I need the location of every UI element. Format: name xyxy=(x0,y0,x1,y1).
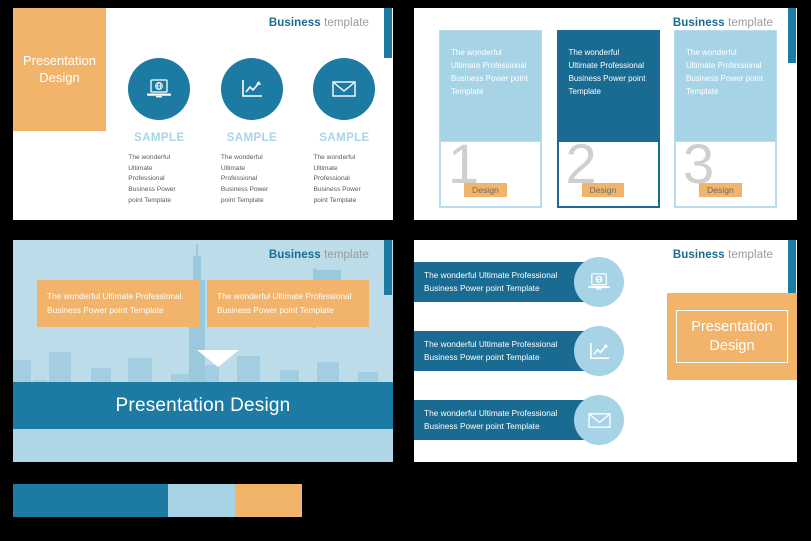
slide-2-column-1-text: The wonderful Ultimate Professional Busi… xyxy=(451,48,528,96)
slide-1-title-text: Presentation Design xyxy=(23,52,96,85)
palette-swatch-dark-blue xyxy=(13,484,168,517)
slide-3-box-1[interactable]: The wonderful Ultimate Professional Busi… xyxy=(37,280,199,328)
header-accent-bar xyxy=(384,240,392,295)
header-brand: Business xyxy=(672,17,725,29)
slide-1-item-1-label: SAMPLE xyxy=(134,132,185,144)
slide-2-column-3-design-button[interactable]: Design xyxy=(699,183,742,197)
slide-4[interactable]: Business template The wonderful Ultimate… xyxy=(414,240,797,462)
header-accent-bar xyxy=(384,8,392,58)
slide-3[interactable]: Business template The wonderful Ultimate… xyxy=(13,240,393,462)
header-suffix: template xyxy=(320,17,369,29)
slide-2-column-3-number: 3 xyxy=(683,132,715,196)
slide-3-banner-text: Presentation Design xyxy=(115,394,291,416)
slide-4-row-3[interactable]: The wonderful Ultimate Professional Busi… xyxy=(414,395,631,445)
slide-2[interactable]: Business template The wonderful Ultimate… xyxy=(414,8,797,220)
header-suffix: template xyxy=(320,249,369,261)
palette-swatch-orange xyxy=(235,484,302,517)
header-brand: Business xyxy=(268,17,321,29)
slide-deck-preview: Business template Presentation Design SA… xyxy=(0,0,811,541)
slide-1-header: Business template xyxy=(269,17,369,29)
slide-4-callout-text: Presentation Design xyxy=(676,309,788,364)
slide-1-item-3-label: SAMPLE xyxy=(319,132,370,144)
slide-3-banner: Presentation Design xyxy=(13,382,393,429)
line-chart-icon xyxy=(574,326,624,376)
envelope-icon xyxy=(313,58,376,120)
slide-3-header: Business template xyxy=(269,249,369,261)
down-arrow-icon xyxy=(197,350,239,367)
slide-2-column-1-design-button[interactable]: Design xyxy=(464,183,507,197)
slide-2-column-1[interactable]: The wonderful Ultimate Professional Busi… xyxy=(439,30,542,208)
header-accent-bar xyxy=(788,8,796,63)
slide-4-row-1-text: The wonderful Ultimate Professional Busi… xyxy=(414,262,596,302)
slide-4-row-3-text: The wonderful Ultimate Professional Busi… xyxy=(414,400,596,440)
color-palette-bar xyxy=(13,484,302,517)
slide-2-column-2[interactable]: The wonderful Ultimate Professional Busi… xyxy=(556,30,660,208)
slide-2-column-3[interactable]: The wonderful Ultimate Professional Busi… xyxy=(674,30,777,208)
slide-1-item-3-body: The wonderful Ultimate Professional Busi… xyxy=(313,154,361,204)
slide-1-item-3[interactable]: SAMPLE The wonderful Ultimate Profession… xyxy=(298,58,391,206)
slide-1-columns: SAMPLE The wonderful Ultimate Profession… xyxy=(113,58,391,206)
slide-1-item-2-label: SAMPLE xyxy=(226,132,278,144)
header-accent-bar xyxy=(788,240,796,295)
header-brand: Business xyxy=(268,249,321,261)
slide-2-columns: The wonderful Ultimate Professional Busi… xyxy=(439,30,777,208)
slide-4-row-2-text: The wonderful Ultimate Professional Busi… xyxy=(414,331,596,371)
slide-2-column-2-design-button[interactable]: Design xyxy=(581,183,625,197)
header-suffix: template xyxy=(724,17,773,29)
envelope-icon xyxy=(574,395,624,445)
slide-2-column-2-text: The wonderful Ultimate Professional Busi… xyxy=(568,48,646,96)
slide-2-header: Business template xyxy=(673,17,773,29)
header-suffix: template xyxy=(724,249,773,261)
slide-1-item-1-body: The wonderful Ultimate Professional Busi… xyxy=(128,154,176,204)
slide-3-text-boxes: The wonderful Ultimate Professional Busi… xyxy=(37,280,369,328)
header-brand: Business xyxy=(672,249,725,261)
slide-4-callout-box: Presentation Design xyxy=(667,293,797,380)
palette-swatch-light-blue xyxy=(168,484,235,517)
slide-1-item-2-body: The wonderful Ultimate Professional Busi… xyxy=(220,154,269,204)
slide-1-title-box: Presentation Design xyxy=(13,8,106,131)
slide-1-item-1[interactable]: SAMPLE The wonderful Ultimate Profession… xyxy=(113,58,206,206)
slide-2-column-1-number: 1 xyxy=(448,132,480,196)
slide-3-box-2[interactable]: The wonderful Ultimate Professional Busi… xyxy=(207,280,369,328)
slide-4-row-2[interactable]: The wonderful Ultimate Professional Busi… xyxy=(414,326,631,376)
slide-4-row-1[interactable]: The wonderful Ultimate Professional Busi… xyxy=(414,257,631,307)
laptop-globe-icon xyxy=(128,58,191,120)
slide-2-column-2-number: 2 xyxy=(565,132,597,196)
line-chart-icon xyxy=(220,58,283,120)
slide-4-header: Business template xyxy=(673,249,773,261)
slide-2-column-3-text: The wonderful Ultimate Professional Busi… xyxy=(686,48,763,96)
slide-1[interactable]: Business template Presentation Design SA… xyxy=(13,8,393,220)
slide-1-item-2[interactable]: SAMPLE The wonderful Ultimate Profession… xyxy=(206,58,299,206)
laptop-globe-icon xyxy=(574,257,624,307)
